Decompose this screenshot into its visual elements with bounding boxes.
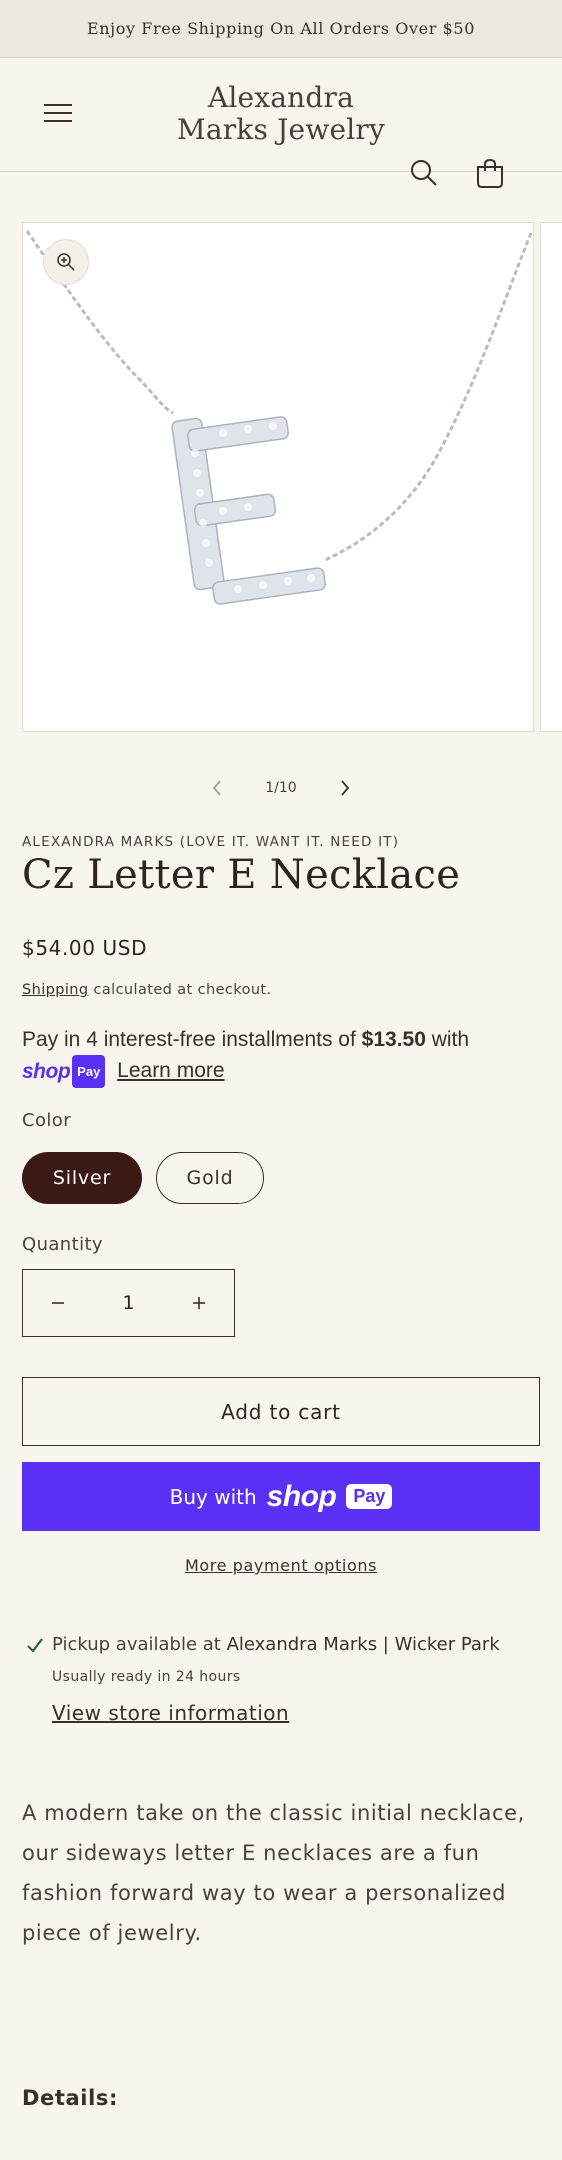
pickup-location: Alexandra Marks | Wicker Park xyxy=(226,1634,500,1655)
minus-icon[interactable] xyxy=(23,1270,93,1336)
quantity-value[interactable]: 1 xyxy=(122,1292,134,1314)
shop-pay-installments: Pay in 4 interest-free installments of $… xyxy=(22,1024,542,1088)
quantity-stepper: 1 xyxy=(22,1269,235,1337)
cart-icon[interactable] xyxy=(468,151,512,195)
product-title: Cz Letter E Necklace xyxy=(22,852,461,898)
zoom-icon[interactable] xyxy=(43,239,89,285)
slide-counter: 1/10 xyxy=(265,780,297,796)
brand-logo[interactable]: Alexandra Marks Jewelry xyxy=(0,82,562,146)
next-image-peek[interactable] xyxy=(540,222,562,732)
color-option-gold[interactable]: Gold xyxy=(156,1152,264,1204)
slider-controls: 1/10 xyxy=(0,768,562,808)
product-gallery xyxy=(22,222,562,732)
color-option-silver[interactable]: Silver xyxy=(22,1152,142,1204)
chevron-left-icon[interactable] xyxy=(205,776,229,800)
shop-pay-logo: shop Pay xyxy=(22,1055,106,1088)
details-heading: Details: xyxy=(22,2086,118,2110)
announcement-text: Enjoy Free Shipping On All Orders Over $… xyxy=(87,19,475,38)
pickup-prefix: Pickup available at xyxy=(52,1634,227,1655)
chevron-right-icon[interactable] xyxy=(333,776,357,800)
product-price: $54.00 USD xyxy=(22,936,148,960)
checkmark-icon xyxy=(27,1637,43,1653)
shop-logo-word: shop xyxy=(266,1479,337,1513)
pickup-ready-time: Usually ready in 24 hours xyxy=(52,1669,241,1685)
announcement-bar: Enjoy Free Shipping On All Orders Over $… xyxy=(0,0,562,58)
pay-logo-badge: Pay xyxy=(72,1055,106,1088)
product-vendor: ALEXANDRA MARKS (LOVE IT. WANT IT. NEED … xyxy=(22,834,400,850)
installment-amount: $13.50 xyxy=(361,1028,426,1051)
add-to-cart-button[interactable]: Add to cart xyxy=(22,1377,540,1446)
brand-line-1: Alexandra xyxy=(207,81,355,114)
pay-logo-badge: Pay xyxy=(346,1484,393,1509)
search-icon[interactable] xyxy=(402,151,446,195)
installments-with: with xyxy=(425,1028,470,1051)
shipping-note: Shipping calculated at checkout. xyxy=(22,982,272,998)
quantity-label: Quantity xyxy=(22,1234,103,1255)
product-description: A modern take on the classic initial nec… xyxy=(22,1801,525,1945)
pickup-availability: Pickup available at Alexandra Marks | Wi… xyxy=(26,1634,546,1725)
color-label: Color xyxy=(22,1110,71,1131)
site-header: Alexandra Marks Jewelry xyxy=(0,58,562,188)
brand-line-2: Marks Jewelry xyxy=(176,113,386,146)
buy-with-shop-pay-button[interactable]: Buy with shop Pay xyxy=(22,1462,540,1531)
product-image[interactable] xyxy=(22,222,534,732)
shipping-link[interactable]: Shipping xyxy=(22,982,88,998)
shop-logo-word: shop xyxy=(22,1060,71,1083)
necklace-image xyxy=(25,230,533,605)
installments-text: Pay in 4 interest-free installments of xyxy=(22,1028,362,1051)
more-payment-options: More payment options xyxy=(0,1556,562,1575)
learn-more-link[interactable]: Learn more xyxy=(117,1059,224,1082)
more-payment-options-link[interactable]: More payment options xyxy=(185,1556,377,1575)
view-store-information-link[interactable]: View store information xyxy=(52,1701,289,1725)
shipping-note-text: calculated at checkout. xyxy=(88,982,272,998)
buy-with-label: Buy with xyxy=(169,1484,257,1509)
plus-icon[interactable] xyxy=(164,1270,234,1336)
